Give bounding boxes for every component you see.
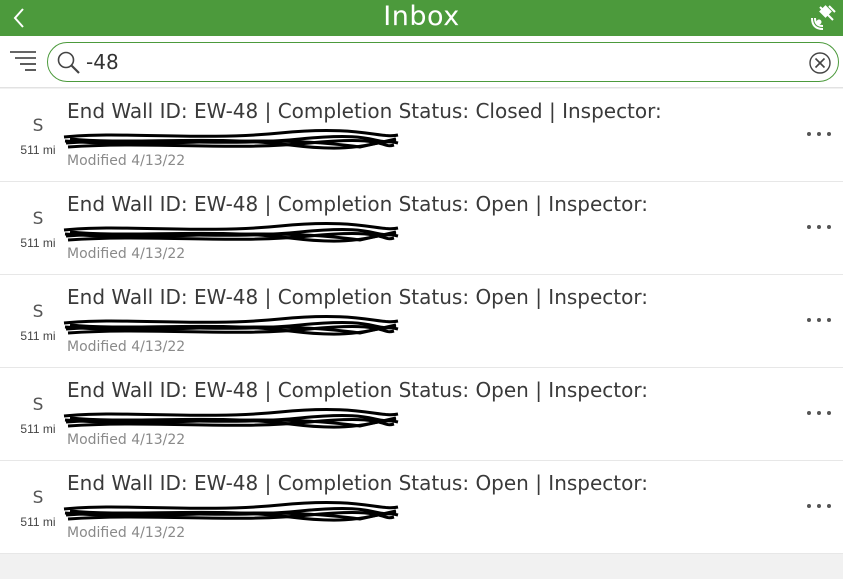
redaction-scribble: [63, 501, 399, 522]
more-dots-icon: [807, 411, 831, 415]
more-dots-icon: [807, 504, 831, 508]
more-dots-icon: [807, 318, 831, 322]
list-item[interactable]: S 511 mi End Wall ID: EW-48 | Completion…: [0, 182, 843, 275]
list-item[interactable]: S 511 mi End Wall ID: EW-48 | Completion…: [0, 89, 843, 182]
inbox-list: S 511 mi End Wall ID: EW-48 | Completion…: [0, 89, 843, 554]
search-input[interactable]: [86, 47, 786, 77]
filter-lines-icon: [10, 51, 36, 71]
clear-circle-x-icon: [809, 52, 831, 74]
item-title: End Wall ID: EW-48 | Completion Status: …: [67, 471, 648, 495]
list-item[interactable]: S 511 mi End Wall ID: EW-48 | Completion…: [0, 368, 843, 461]
header-bar: Inbox: [0, 0, 843, 36]
item-title: End Wall ID: EW-48 | Completion Status: …: [67, 285, 648, 309]
more-options-button[interactable]: [805, 493, 833, 519]
item-modified-date: Modified 4/13/22: [67, 525, 186, 541]
redaction-scribble: [63, 408, 399, 429]
clear-search-button[interactable]: [808, 51, 832, 75]
list-item[interactable]: S 511 mi End Wall ID: EW-48 | Completion…: [0, 275, 843, 368]
item-title: End Wall ID: EW-48 | Completion Status: …: [67, 378, 648, 402]
more-options-button[interactable]: [805, 400, 833, 426]
item-modified-date: Modified 4/13/22: [67, 339, 186, 355]
list-item[interactable]: S 511 mi End Wall ID: EW-48 | Completion…: [0, 461, 843, 554]
more-options-button[interactable]: [805, 214, 833, 240]
redaction-scribble: [63, 222, 399, 243]
more-options-button[interactable]: [805, 121, 833, 147]
filter-button[interactable]: [8, 47, 38, 75]
page-title: Inbox: [383, 1, 460, 32]
search-field[interactable]: [47, 42, 839, 82]
item-title: End Wall ID: EW-48 | Completion Status: …: [67, 99, 662, 123]
search-icon: [57, 51, 80, 74]
more-dots-icon: [807, 132, 831, 136]
gps-status-button[interactable]: [809, 2, 839, 32]
item-modified-date: Modified 4/13/22: [67, 246, 186, 262]
item-modified-date: Modified 4/13/22: [67, 432, 186, 448]
app-window: Inbox -48 S 511 mi End Wall ID: EW-48 | …: [0, 0, 843, 579]
more-options-button[interactable]: [805, 307, 833, 333]
item-title: End Wall ID: EW-48 | Completion Status: …: [67, 192, 648, 216]
satellite-signal-icon: [811, 5, 836, 30]
redaction-scribble: [63, 315, 399, 336]
search-bar: [0, 36, 843, 88]
redaction-scribble: [63, 129, 399, 150]
item-modified-date: Modified 4/13/22: [67, 153, 186, 169]
more-dots-icon: [807, 225, 831, 229]
